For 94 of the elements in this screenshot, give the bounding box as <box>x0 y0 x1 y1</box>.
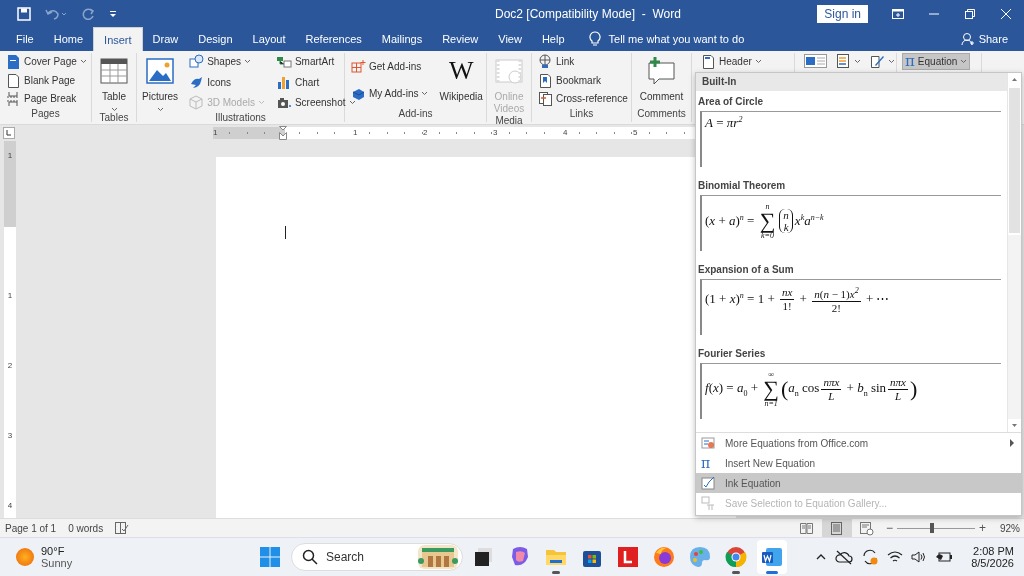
ruler-number: 1 <box>353 128 358 138</box>
sum-limit: k=0 <box>761 231 774 240</box>
group-label: Links <box>568 108 595 121</box>
fraction-denominator: L <box>894 389 902 403</box>
ribbon-button[interactable]: Cross-reference <box>536 90 630 107</box>
fraction-denominator: 2! <box>831 301 841 315</box>
ribbon-button[interactable]: W Wikipedia <box>437 53 485 108</box>
equation-term: + b$_{n}$ sin <box>845 380 887 398</box>
page-count[interactable]: Page 1 of 1 <box>5 522 57 534</box>
ribbon-tab[interactable]: Draw <box>142 27 189 51</box>
pi-icon: π <box>701 456 715 470</box>
equation-term: + <box>798 291 808 308</box>
equation-parenthesis: ) <box>909 378 918 400</box>
sign-in-button[interactable]: Sign in <box>817 4 868 23</box>
search-field[interactable]: Search <box>291 543 463 571</box>
fraction-numerator: nπx <box>821 375 842 390</box>
binomial-term: n <box>783 209 789 221</box>
tell-me-field[interactable]: Tell me what you want to do <box>608 33 745 45</box>
ribbon-button[interactable]: Icons <box>187 73 267 91</box>
ribbon-tab[interactable]: Mailings <box>371 27 433 51</box>
sum-symbol: ∑ <box>759 211 776 231</box>
ruler-number: 2 <box>7 361 13 372</box>
menu-item[interactable]: π Insert New Equation <box>696 453 1021 473</box>
equation-term: f(x) = a$_{0}$ + <box>705 380 759 398</box>
ribbon-button[interactable]: Shapes <box>187 53 267 70</box>
ribbon-button[interactable]: Header <box>699 53 764 70</box>
equation-term: (1 + x)$^{n}$ = 1 + <box>705 291 776 308</box>
ribbon-tab[interactable]: File <box>6 27 44 51</box>
share-button[interactable]: Share <box>978 33 1008 45</box>
zoom-level[interactable]: 92% <box>1000 522 1020 534</box>
ruler-number: 3 <box>7 431 13 442</box>
ribbon-tab[interactable]: Help <box>531 27 575 51</box>
fraction-numerator: n(n − 1)x$^{2}$ <box>812 284 861 302</box>
equation-term: x$^{k}$a$^{n−k}$ <box>794 212 824 230</box>
equation-term: + ⋯ <box>864 291 890 308</box>
ruler-number: 1 <box>213 128 218 138</box>
sum-symbol: ∑ <box>763 379 779 399</box>
pi-icon: π <box>905 54 915 69</box>
ribbon-tab[interactable]: View <box>488 27 532 51</box>
temperature[interactable]: 90°F <box>41 545 73 557</box>
ribbon-button[interactable]: Comment <box>637 53 686 108</box>
fraction-denominator: 1! <box>782 299 792 313</box>
ruler-number: 3 <box>493 128 498 138</box>
ruler-number: 4 <box>563 128 568 138</box>
equation-parenthesis: ( <box>780 378 789 400</box>
ribbon-button[interactable]: Page Break <box>4 90 89 107</box>
ribbon-button[interactable]: Bookmark <box>536 71 630 89</box>
fraction-numerator: nx <box>779 285 795 300</box>
group-label: Illustrations <box>214 112 267 123</box>
ribbon-button[interactable]: Table <box>96 53 132 112</box>
wikipedia-logo: W <box>448 55 474 87</box>
zoom-out-button[interactable]: − <box>885 521 893 535</box>
ribbon-button[interactable]: Blank Page <box>4 71 89 89</box>
equation-title: Fourier Series <box>697 347 767 361</box>
ruler-number: 1 <box>7 151 13 162</box>
ribbon-button[interactable]: Cover Page <box>4 53 89 70</box>
word-count[interactable]: 0 words <box>68 522 104 534</box>
gallery-header: Built-In <box>696 73 1007 91</box>
equation-term: a$_{n}$ cos <box>788 380 820 398</box>
fraction-denominator: L <box>828 389 835 403</box>
menu-item[interactable]: More Equations from Office.com <box>696 433 1021 453</box>
ribbon-button[interactable]: π Equation <box>902 53 971 70</box>
sum-limit: ∞ <box>768 370 774 379</box>
ribbon-tab[interactable]: Insert <box>93 27 143 51</box>
ruler-number: 2 <box>423 128 428 138</box>
menu-item[interactable]: Ink Equation <box>696 473 1021 493</box>
zoom-in-button[interactable]: + <box>978 521 986 535</box>
clock-date[interactable]: 8/5/2026 <box>971 557 1014 569</box>
ruler-number: 5 <box>633 128 638 138</box>
equation-title: Binomial Theorem <box>697 179 787 193</box>
ribbon-tab[interactable]: References <box>295 27 372 51</box>
ribbon-tab[interactable]: Review <box>432 27 489 51</box>
group-label: Media <box>494 115 524 126</box>
ribbon-tab[interactable]: Design <box>188 27 243 51</box>
weather-condition[interactable]: Sunny <box>41 557 73 569</box>
group-label: Tables <box>98 112 130 123</box>
group-label: Pages <box>30 108 61 121</box>
equation-title: Expansion of a Sum <box>697 263 795 277</box>
sum-limit: n <box>765 202 770 211</box>
ribbon-button[interactable]: Link <box>536 53 630 70</box>
ribbon-tab[interactable]: Layout <box>242 27 296 51</box>
equation-preview[interactable]: A = πr$^{2}$ <box>700 111 1001 167</box>
binomial-term: k <box>783 221 789 233</box>
equation-title: Area of Circle <box>697 95 765 109</box>
group-label: Add-ins <box>397 108 434 121</box>
equation-term: A = πr$^{2}$ <box>705 114 743 132</box>
group-label: Comments <box>636 108 687 121</box>
fraction-numerator: nπx <box>888 375 908 390</box>
equation-term: (x + a)$^{n}$ = <box>705 212 756 230</box>
ribbon-button[interactable]: Pictures <box>140 53 181 112</box>
ribbon-tab[interactable]: Home <box>43 27 94 51</box>
clock-time[interactable]: 2:08 PM <box>973 545 1014 557</box>
ruler-number: 1 <box>7 291 13 302</box>
window-title: Doc2 [Compatibility Mode] - Word <box>494 6 682 21</box>
